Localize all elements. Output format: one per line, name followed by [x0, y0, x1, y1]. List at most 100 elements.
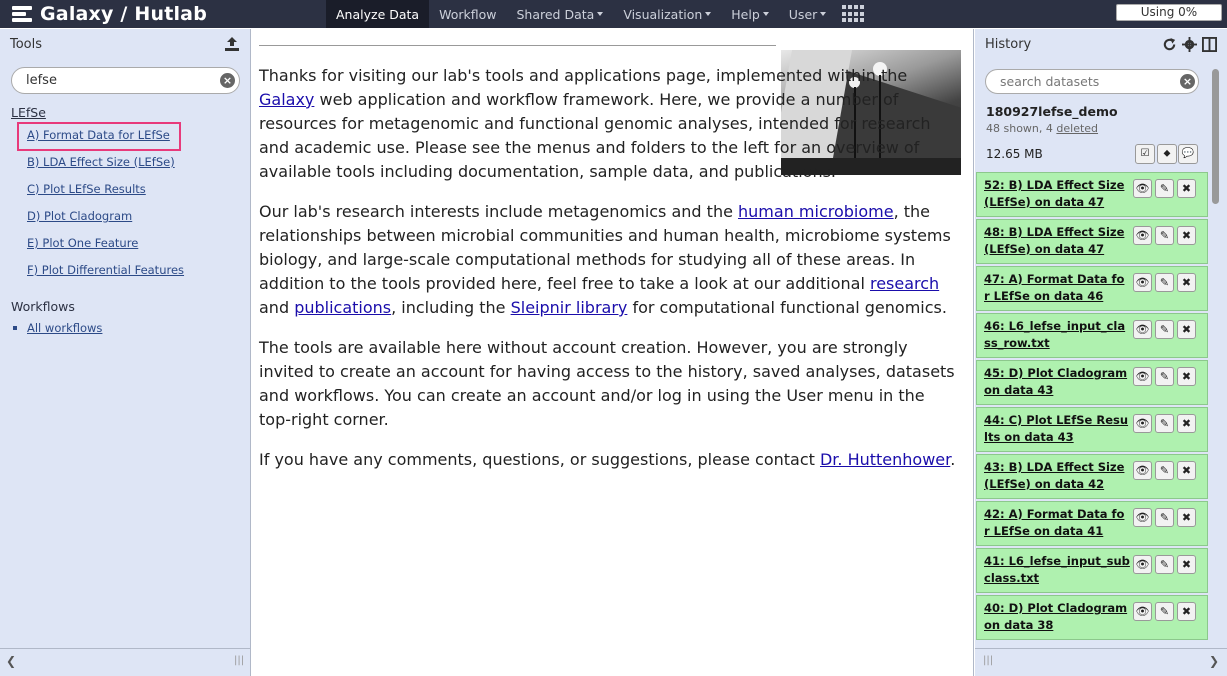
tool-lda-effect-size[interactable]: B) LDA Effect Size (LEfSe) — [27, 155, 175, 169]
dataset-item[interactable]: 41: L6_lefse_input_subclass.txt 👁 ✎ ✖ — [976, 548, 1208, 593]
tool-section-lefse[interactable]: LEfSe — [11, 105, 46, 120]
nav-label: Analyze Data — [336, 6, 420, 22]
pencil-icon[interactable]: ✎ — [1155, 367, 1174, 386]
delete-icon[interactable]: ✖ — [1177, 367, 1196, 386]
dataset-item[interactable]: 52: B) LDA Effect Size (LEfSe) on data 4… — [976, 172, 1208, 217]
pencil-icon[interactable]: ✎ — [1155, 508, 1174, 527]
tool-plot-cladogram[interactable]: D) Plot Cladogram — [27, 209, 132, 223]
galaxy-link[interactable]: Galaxy — [259, 90, 314, 109]
pencil-icon[interactable]: ✎ — [1155, 273, 1174, 292]
nav-shared-data[interactable]: Shared Data — [506, 0, 613, 28]
pencil-icon[interactable]: ✎ — [1155, 602, 1174, 621]
collapse-right-icon[interactable]: ❯ — [1209, 654, 1219, 668]
pencil-icon[interactable]: ✎ — [1155, 179, 1174, 198]
eye-icon[interactable]: 👁 — [1133, 508, 1152, 527]
eye-icon[interactable]: 👁 — [1133, 461, 1152, 480]
dataset-title[interactable]: 41: L6_lefse_input_subclass.txt — [984, 553, 1130, 587]
dataset-item[interactable]: 43: B) LDA Effect Size (LEfSe) on data 4… — [976, 454, 1208, 499]
tool-plot-one-feature[interactable]: E) Plot One Feature — [27, 236, 138, 250]
delete-icon[interactable]: ✖ — [1177, 320, 1196, 339]
welcome-content: Thanks for visiting our lab's tools and … — [259, 64, 959, 488]
delete-icon[interactable]: ✖ — [1177, 508, 1196, 527]
history-panel-header: History — [975, 29, 1227, 59]
human-microbiome-link[interactable]: human microbiome — [738, 202, 894, 221]
quota-meter[interactable]: Using 0% — [1116, 4, 1222, 21]
dataset-item[interactable]: 48: B) LDA Effect Size (LEfSe) on data 4… — [976, 219, 1208, 264]
drag-handle-icon[interactable]: ||| — [983, 655, 993, 666]
eye-icon[interactable]: 👁 — [1133, 367, 1152, 386]
history-name[interactable]: 180927lefse_demo — [986, 104, 1118, 119]
galaxy-logo-icon — [12, 5, 34, 23]
history-search-input[interactable]: search datasets — [985, 69, 1199, 94]
tags-icon[interactable]: ⬥ — [1157, 144, 1177, 164]
scroll-thumb[interactable] — [1212, 69, 1219, 204]
publications-link[interactable]: publications — [294, 298, 391, 317]
select-checkbox-icon[interactable]: ☑ — [1135, 144, 1155, 164]
columns-icon[interactable] — [1202, 36, 1217, 52]
nav-user[interactable]: User — [779, 0, 837, 28]
divider — [259, 45, 776, 46]
dataset-title[interactable]: 48: B) LDA Effect Size (LEfSe) on data 4… — [984, 224, 1130, 258]
pencil-icon[interactable]: ✎ — [1155, 461, 1174, 480]
delete-icon[interactable]: ✖ — [1177, 555, 1196, 574]
dataset-item[interactable]: 42: A) Format Data for LEfSe on data 41 👁… — [976, 501, 1208, 546]
tool-plot-lefse-results[interactable]: C) Plot LEfSe Results — [27, 182, 146, 196]
eye-icon[interactable]: 👁 — [1133, 555, 1152, 574]
eye-icon[interactable]: 👁 — [1133, 414, 1152, 433]
history-panel: History search datasets × 180927lefse_de… — [975, 29, 1227, 676]
refresh-icon[interactable] — [1162, 37, 1177, 52]
clear-search-icon[interactable]: × — [220, 73, 235, 88]
pencil-icon[interactable]: ✎ — [1155, 320, 1174, 339]
welcome-paragraph-2: Our lab's research interests include met… — [259, 202, 951, 317]
nav-visualization[interactable]: Visualization — [613, 0, 721, 28]
dataset-title[interactable]: 46: L6_lefse_input_class_row.txt — [984, 318, 1130, 352]
eye-icon[interactable]: 👁 — [1133, 226, 1152, 245]
eye-icon[interactable]: 👁 — [1133, 602, 1152, 621]
research-link[interactable]: research — [870, 274, 939, 293]
contact-link[interactable]: Dr. Huttenhower — [820, 450, 950, 469]
grid-icon[interactable] — [842, 5, 865, 23]
nav-workflow[interactable]: Workflow — [429, 0, 506, 28]
brand-link[interactable]: Galaxy / Hutlab — [12, 0, 207, 28]
eye-icon[interactable]: 👁 — [1133, 320, 1152, 339]
welcome-paragraph-1: Thanks for visiting our lab's tools and … — [259, 66, 931, 181]
dataset-title[interactable]: 47: A) Format Data for LEfSe on data 46 — [984, 271, 1130, 305]
dataset-title[interactable]: 40: D) Plot Cladogram on data 38 — [984, 600, 1130, 634]
delete-icon[interactable]: ✖ — [1177, 602, 1196, 621]
annotation-icon[interactable]: 💬 — [1178, 144, 1198, 164]
nav-help[interactable]: Help — [721, 0, 779, 28]
collapse-left-icon[interactable]: ❮ — [6, 654, 16, 668]
all-workflows-link[interactable]: All workflows — [27, 321, 102, 335]
deleted-link[interactable]: deleted — [1056, 122, 1098, 135]
nav-analyze-data[interactable]: Analyze Data — [326, 0, 430, 28]
delete-icon[interactable]: ✖ — [1177, 461, 1196, 480]
dataset-item[interactable]: 45: D) Plot Cladogram on data 43 👁 ✎ ✖ — [976, 360, 1208, 405]
tool-format-data[interactable]: A) Format Data for LEfSe — [27, 128, 170, 142]
dataset-item[interactable]: 44: C) Plot LEfSe Results on data 43 👁 ✎ ✖ — [976, 407, 1208, 452]
dataset-item[interactable]: 40: D) Plot Cladogram on data 38 👁 ✎ ✖ — [976, 595, 1208, 640]
delete-icon[interactable]: ✖ — [1177, 226, 1196, 245]
tool-plot-differential-features[interactable]: F) Plot Differential Features — [27, 263, 184, 277]
eye-icon[interactable]: 👁 — [1133, 179, 1152, 198]
pencil-icon[interactable]: ✎ — [1155, 414, 1174, 433]
drag-handle-icon[interactable]: ||| — [234, 655, 244, 666]
pencil-icon[interactable]: ✎ — [1155, 555, 1174, 574]
eye-icon[interactable]: 👁 — [1133, 273, 1152, 292]
upload-icon[interactable] — [224, 36, 240, 52]
clear-search-icon[interactable]: × — [1180, 74, 1195, 89]
dataset-item[interactable]: 46: L6_lefse_input_class_row.txt 👁 ✎ ✖ — [976, 313, 1208, 358]
delete-icon[interactable]: ✖ — [1177, 414, 1196, 433]
sleipnir-library-link[interactable]: Sleipnir library — [511, 298, 628, 317]
dataset-title[interactable]: 42: A) Format Data for LEfSe on data 41 — [984, 506, 1130, 540]
dataset-title[interactable]: 44: C) Plot LEfSe Results on data 43 — [984, 412, 1130, 446]
dataset-item[interactable]: 47: A) Format Data for LEfSe on data 46 👁… — [976, 266, 1208, 311]
gear-icon[interactable] — [1182, 36, 1197, 52]
center-panel: Thanks for visiting our lab's tools and … — [252, 29, 974, 676]
dataset-title[interactable]: 45: D) Plot Cladogram on data 43 — [984, 365, 1130, 399]
dataset-title[interactable]: 43: B) LDA Effect Size (LEfSe) on data 4… — [984, 459, 1130, 493]
delete-icon[interactable]: ✖ — [1177, 179, 1196, 198]
dataset-title[interactable]: 52: B) LDA Effect Size (LEfSe) on data 4… — [984, 177, 1130, 211]
delete-icon[interactable]: ✖ — [1177, 273, 1196, 292]
tool-search-input[interactable]: lefse — [11, 67, 240, 94]
pencil-icon[interactable]: ✎ — [1155, 226, 1174, 245]
